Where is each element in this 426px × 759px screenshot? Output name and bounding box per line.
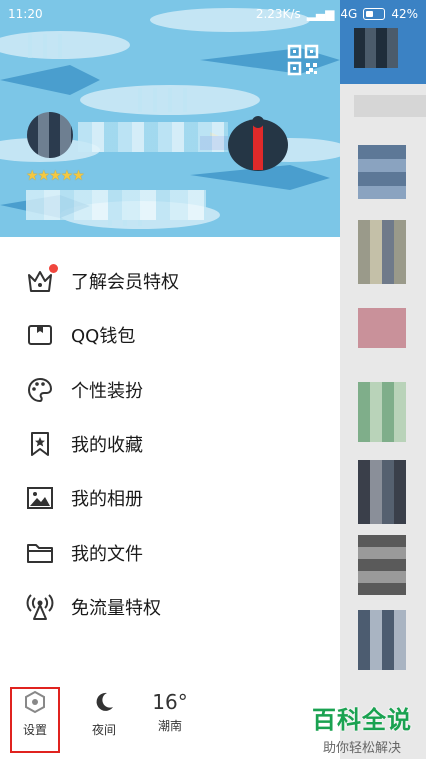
- city-label: 潮南: [157, 719, 182, 733]
- status-time: 11:20: [8, 7, 43, 21]
- menu-item-label: 我的收藏: [71, 435, 143, 457]
- network-type: 4G: [340, 7, 358, 21]
- night-mode-button[interactable]: 夜间: [76, 690, 132, 738]
- menu-item-label: QQ钱包: [71, 326, 136, 348]
- signature-blurred: [26, 190, 206, 220]
- status-bar: 11:20 2.23K/s ▂▄▆ 4G 42%: [0, 0, 426, 28]
- bookmark-star-icon: [25, 429, 55, 459]
- status-right: 2.23K/s ▂▄▆ 4G 42%: [256, 7, 418, 21]
- signal-icon: ▂▄▆: [306, 7, 335, 21]
- watermark: 百科全说 助你轻松解决: [312, 700, 412, 756]
- moon-icon: [96, 692, 113, 711]
- drawer-menu: 了解会员特权 QQ钱包 个性装扮 我的收藏 我的相册 我的文件 免流量特权: [0, 254, 340, 634]
- drawer-bottom-bar: 设置 夜间 16° 潮南: [0, 687, 340, 753]
- folder-icon: [25, 538, 55, 568]
- weather-button[interactable]: 16° 潮南: [142, 690, 198, 734]
- watermark-title: 百科全说: [312, 706, 412, 734]
- menu-item-album[interactable]: 我的相册: [0, 471, 340, 525]
- menu-item-wallet[interactable]: QQ钱包: [0, 308, 340, 362]
- menu-item-favorites[interactable]: 我的收藏: [0, 417, 340, 471]
- profile-banner[interactable]: ★★★★★: [0, 0, 340, 237]
- net-speed: 2.23K/s: [255, 7, 301, 21]
- menu-item-vip[interactable]: 了解会员特权: [0, 254, 340, 308]
- settings-button[interactable]: 设置: [7, 690, 63, 738]
- settings-label: 设置: [22, 723, 47, 737]
- menu-item-label: 我的文件: [71, 543, 143, 565]
- antenna-icon: [25, 592, 55, 622]
- menu-item-theme[interactable]: 个性装扮: [0, 363, 340, 417]
- menu-item-free-data[interactable]: 免流量特权: [0, 580, 340, 634]
- level-stars: ★★★★★: [26, 168, 85, 184]
- menu-item-label: 我的相册: [71, 489, 143, 511]
- menu-item-label: 个性装扮: [71, 380, 143, 402]
- photo-icon: [25, 483, 55, 513]
- menu-item-files[interactable]: 我的文件: [0, 525, 340, 579]
- avatar[interactable]: [27, 112, 73, 158]
- menu-item-label: 免流量特权: [71, 597, 161, 619]
- side-drawer: ★★★★★ 了解会员特权 QQ钱包 个性装扮 我的收藏 我的相册 我的文件 免流…: [0, 0, 340, 759]
- qr-code-icon[interactable]: [287, 44, 319, 76]
- settings-hexagon-icon: [25, 690, 45, 714]
- wallet-icon: [25, 320, 55, 350]
- night-label: 夜间: [91, 723, 116, 737]
- menu-item-label: 了解会员特权: [71, 272, 179, 294]
- temperature: 16°: [152, 690, 188, 714]
- notification-dot: [49, 264, 58, 274]
- palette-icon: [25, 375, 55, 405]
- battery-icon: [363, 8, 386, 20]
- chat-list-background: [340, 0, 426, 759]
- watermark-subtitle: 助你轻松解决: [322, 741, 401, 756]
- battery-level: 42%: [391, 7, 418, 21]
- nickname-blurred: [78, 122, 228, 152]
- crown-icon: [25, 264, 58, 296]
